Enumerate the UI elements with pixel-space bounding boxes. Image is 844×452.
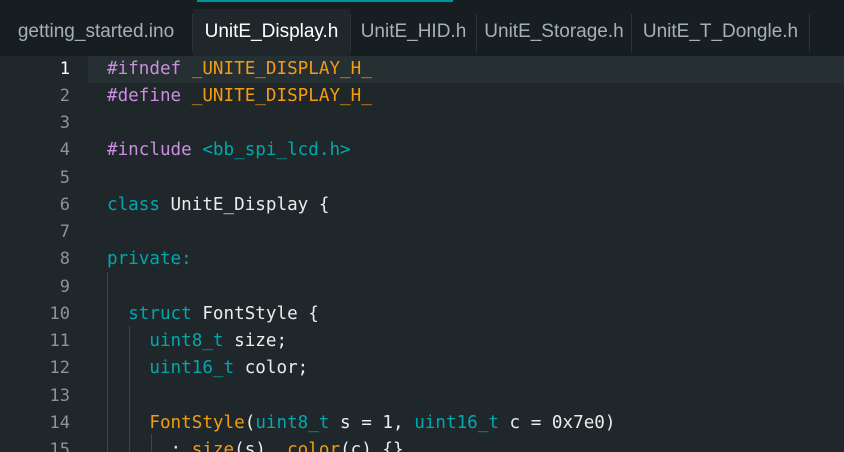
code-token: _UNITE_DISPLAY_H_	[191, 85, 372, 106]
line-number: 14	[49, 412, 70, 433]
line-number: 7	[59, 222, 70, 242]
code-line: #ifndef _UNITE_DISPLAY_H_	[107, 56, 372, 83]
code-token: size;	[223, 331, 288, 351]
code-token: FontStyle	[149, 412, 245, 433]
code-token: color	[287, 440, 341, 452]
line-number: 4	[59, 140, 70, 161]
code-token: #ifndef	[107, 58, 182, 79]
code-token: :	[107, 440, 192, 452]
code-token: uint8_t	[255, 412, 330, 433]
line-number: 11	[49, 331, 70, 351]
code-token: uint8_t	[149, 331, 224, 351]
code-token: struct	[128, 303, 192, 324]
tab-getting-started-ino[interactable]: getting_started.ino	[0, 9, 192, 56]
code-line: private:	[107, 246, 192, 273]
line-number: 5	[59, 167, 70, 188]
code-token: UnitE_Display {	[159, 194, 330, 215]
tab-unite-display-h[interactable]: UnitE_Display.h	[193, 9, 350, 56]
code-token: s = 1,	[329, 412, 415, 433]
code-line: FontStyle(uint8_t s = 1, uint16_t c = 0x…	[107, 410, 616, 437]
editor-tab-bar: getting_started.ino UnitE_Display.h Unit…	[0, 0, 844, 56]
line-number: 6	[59, 194, 70, 215]
code-token: uint16_t	[149, 358, 235, 379]
code-token: (	[244, 412, 256, 433]
tab-unite-storage-h[interactable]: UnitE_Storage.h	[477, 9, 631, 56]
code-line: struct FontStyle {	[107, 301, 319, 328]
line-number: 8	[59, 249, 70, 270]
line-number: 3	[59, 113, 70, 133]
code-line: uint16_t color;	[107, 355, 308, 382]
line-number: 10	[49, 303, 70, 324]
code-token: (c) {}	[340, 440, 404, 452]
code-token: #define	[107, 85, 182, 106]
code-token: FontStyle {	[191, 303, 319, 324]
code-editor[interactable]: 1 2 3 4 5 6 7 8 9 10 11 12 13 14 15 #ifndef _UNITE_DIS…	[0, 56, 844, 452]
code-token: _UNITE_DISPLAY_H_	[191, 58, 372, 79]
indent-guide	[107, 272, 108, 452]
tab-unite-hid-h[interactable]: UnitE_HID.h	[351, 9, 476, 56]
line-number: 15	[49, 440, 70, 452]
code-line: #define _UNITE_DISPLAY_H_	[107, 83, 372, 110]
code-line: #include <bb_spi_lcd.h>	[107, 137, 351, 164]
code-token: private:	[107, 249, 192, 270]
code-token: <bb_spi_lcd.h>	[202, 140, 351, 161]
code-token: uint16_t	[414, 412, 499, 433]
code-token: color;	[234, 358, 309, 379]
code-line: class UnitE_Display {	[107, 192, 329, 219]
ide-window: getting_started.ino UnitE_Display.h Unit…	[0, 0, 844, 452]
tab-divider	[809, 14, 810, 52]
line-number: 9	[59, 276, 70, 297]
line-number-gutter: 1 2 3 4 5 6 7 8 9 10 11 12 13 14 15	[0, 56, 88, 452]
indent-guide	[129, 326, 130, 452]
code-token: size	[191, 440, 235, 452]
code-token: class	[107, 194, 160, 215]
code-token: (s),	[234, 440, 288, 452]
line-number: 13	[49, 385, 70, 406]
line-number: 12	[49, 358, 70, 379]
active-tab-accent	[197, 0, 453, 2]
code-token: #include	[107, 140, 192, 161]
line-number: 2	[59, 85, 70, 106]
tab-unite-t-dongle-h[interactable]: UnitE_T_Dongle.h	[632, 9, 809, 56]
indent-guide	[151, 434, 152, 452]
line-number: 1	[59, 58, 70, 79]
code-token: c = 0x7e0)	[498, 412, 616, 433]
code-line: uint8_t size;	[107, 328, 287, 355]
